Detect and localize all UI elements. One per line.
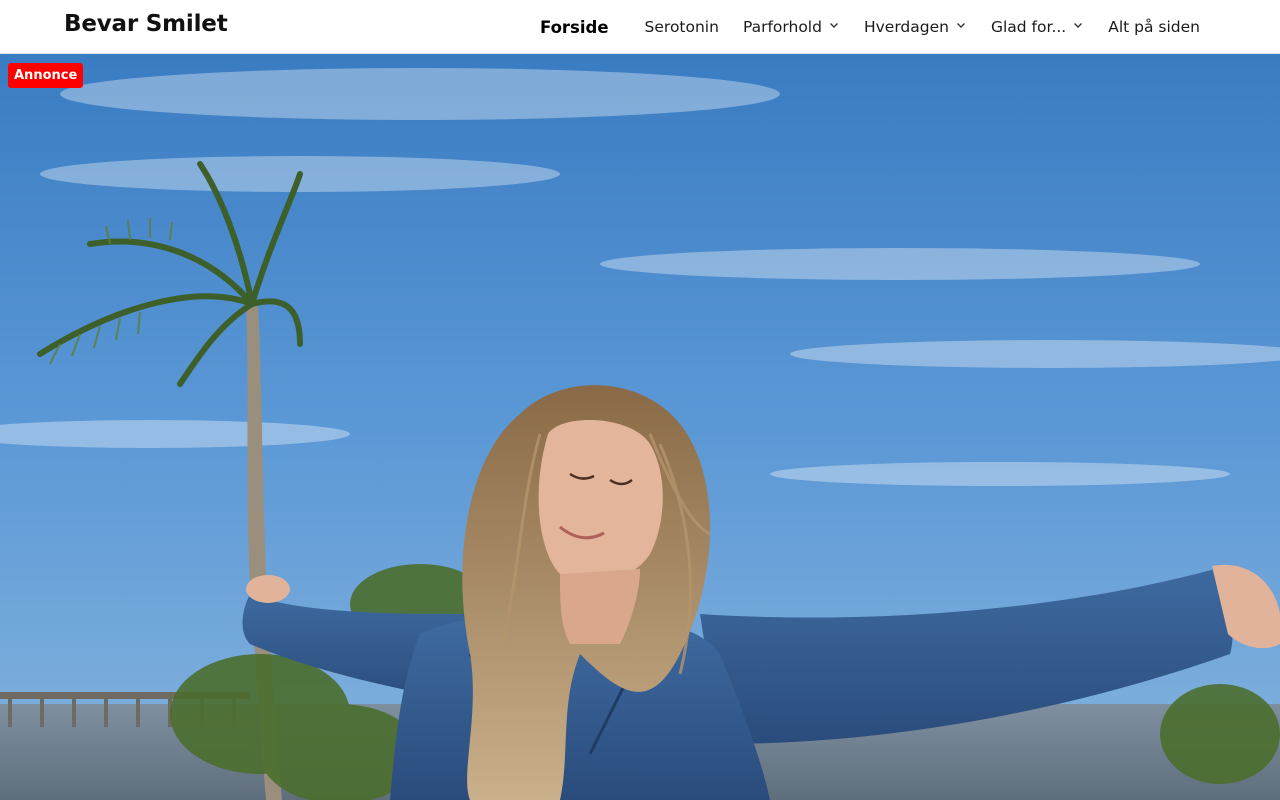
nav-item-forside[interactable]: Forside xyxy=(540,18,609,37)
chevron-down-icon[interactable] xyxy=(955,19,967,31)
nav-item-serotonin[interactable]: Serotonin xyxy=(645,18,719,36)
nav-link-forside[interactable]: Forside xyxy=(540,18,609,37)
hero-photo-illustration xyxy=(0,54,1280,800)
nav-link-glad-for[interactable]: Glad for... xyxy=(991,18,1084,36)
nav-link-parforhold[interactable]: Parforhold xyxy=(743,18,840,36)
main-navigation: Forside Serotonin Parforhold Hverdagen G… xyxy=(540,0,1200,54)
nav-label-glad-for: Glad for... xyxy=(990,18,1067,36)
nav-label-hverdagen: Hverdagen xyxy=(863,18,949,36)
nav-item-glad-for[interactable]: Glad for... xyxy=(991,18,1084,36)
nav-label-parforhold: Parforhold xyxy=(742,18,822,36)
nav-link-alt-pa-siden[interactable]: Alt på siden xyxy=(1108,18,1200,36)
nav-link-hverdagen[interactable]: Hverdagen xyxy=(864,18,967,36)
nav-item-parforhold[interactable]: Parforhold xyxy=(743,18,840,36)
site-header: Bevar Smilet Forside Serotonin Parforhol… xyxy=(0,0,1280,54)
hero-image xyxy=(0,54,1280,800)
site-logo-title[interactable]: Bevar Smilet xyxy=(64,11,228,37)
nav-item-alt-pa-siden[interactable]: Alt på siden xyxy=(1108,18,1200,36)
ad-badge[interactable]: Annonce xyxy=(8,63,84,88)
chevron-down-icon[interactable] xyxy=(1072,19,1084,31)
nav-item-hverdagen[interactable]: Hverdagen xyxy=(864,18,967,36)
nav-link-serotonin[interactable]: Serotonin xyxy=(645,18,719,36)
chevron-down-icon[interactable] xyxy=(828,19,840,31)
